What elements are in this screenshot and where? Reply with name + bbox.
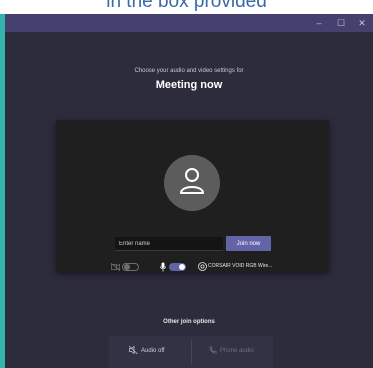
mic-toggle-knob — [179, 264, 185, 270]
audio-off-label: Audio off — [141, 348, 165, 354]
video-toggle[interactable] — [122, 263, 139, 271]
phone-audio-option[interactable]: Phone audio — [209, 345, 254, 357]
mic-toggle[interactable] — [169, 263, 186, 271]
device-controls: CORSAIR VOID RGB Wire... — [56, 261, 329, 273]
banner-text: in the box provided — [106, 0, 267, 12]
teams-prejoin-window: – ☐ ✕ Choose your audio and video settin… — [5, 14, 373, 368]
audio-device-selector[interactable]: CORSAIR VOID RGB Wire... — [208, 263, 272, 269]
title-bar: – ☐ ✕ — [5, 14, 373, 32]
person-icon — [180, 168, 204, 194]
video-toggle-knob — [124, 264, 130, 270]
microphone-icon — [160, 262, 166, 272]
camera-off-icon — [111, 263, 120, 271]
minimize-button[interactable]: – — [312, 16, 326, 30]
name-input[interactable] — [115, 237, 223, 251]
options-divider — [191, 340, 192, 364]
instruction-banner: in the box provided — [0, 0, 373, 14]
video-preview-panel: Join now CORSAIR VOID RGB — [56, 120, 329, 272]
other-join-options: Audio off Phone audio — [109, 336, 273, 368]
speaker-off-icon — [128, 346, 138, 355]
other-join-options-title: Other join options — [163, 319, 215, 325]
speaker-icon — [198, 262, 207, 271]
phone-audio-label: Phone audio — [220, 348, 254, 354]
audio-off-option[interactable]: Audio off — [128, 345, 165, 357]
close-button[interactable]: ✕ — [355, 16, 369, 30]
meeting-title: Meeting now — [155, 79, 223, 91]
phone-icon — [209, 346, 217, 354]
join-now-button[interactable]: Join now — [226, 236, 271, 251]
maximize-button[interactable]: ☐ — [334, 16, 348, 30]
avatar — [164, 155, 220, 211]
meeting-subtitle: Choose your audio and video settings for — [134, 68, 244, 74]
